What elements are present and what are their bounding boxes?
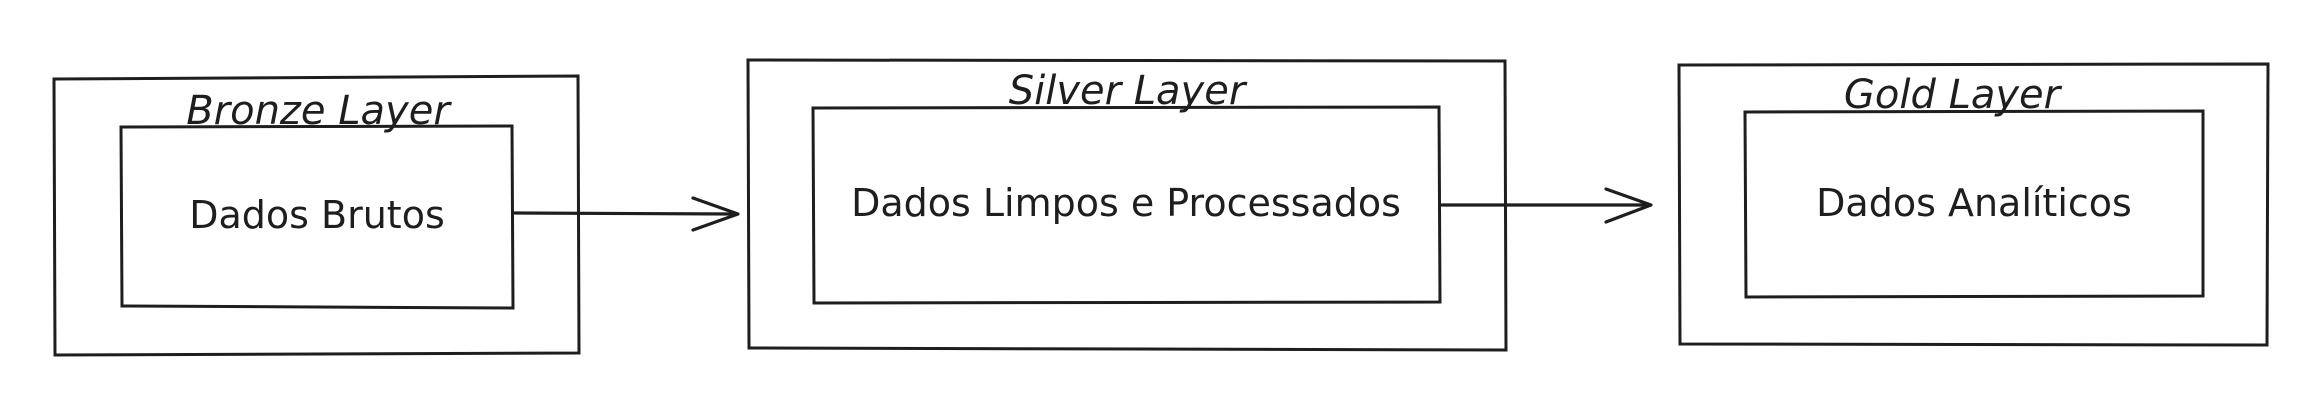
bronze-layer-content: Dados Brutos — [189, 193, 445, 237]
silver-layer-content: Dados Limpos e Processados — [851, 181, 1401, 225]
arrow-bronze-to-silver — [513, 196, 740, 232]
gold-layer-content: Dados Analíticos — [1816, 181, 2132, 225]
bronze-layer[interactable]: Bronze Layer Dados Brutos — [52, 74, 581, 357]
gold-layer[interactable]: Gold Layer Dados Analíticos — [1677, 62, 2270, 347]
silver-layer[interactable]: Silver Layer Dados Limpos e Processados — [746, 58, 1508, 352]
arrow-bronze-to-silver-shaft — [513, 211, 736, 216]
medallion-architecture-diagram: Bronze Layer Dados Brutos Silver Layer D… — [52, 58, 2270, 357]
arrow-silver-to-gold — [1440, 187, 1653, 224]
